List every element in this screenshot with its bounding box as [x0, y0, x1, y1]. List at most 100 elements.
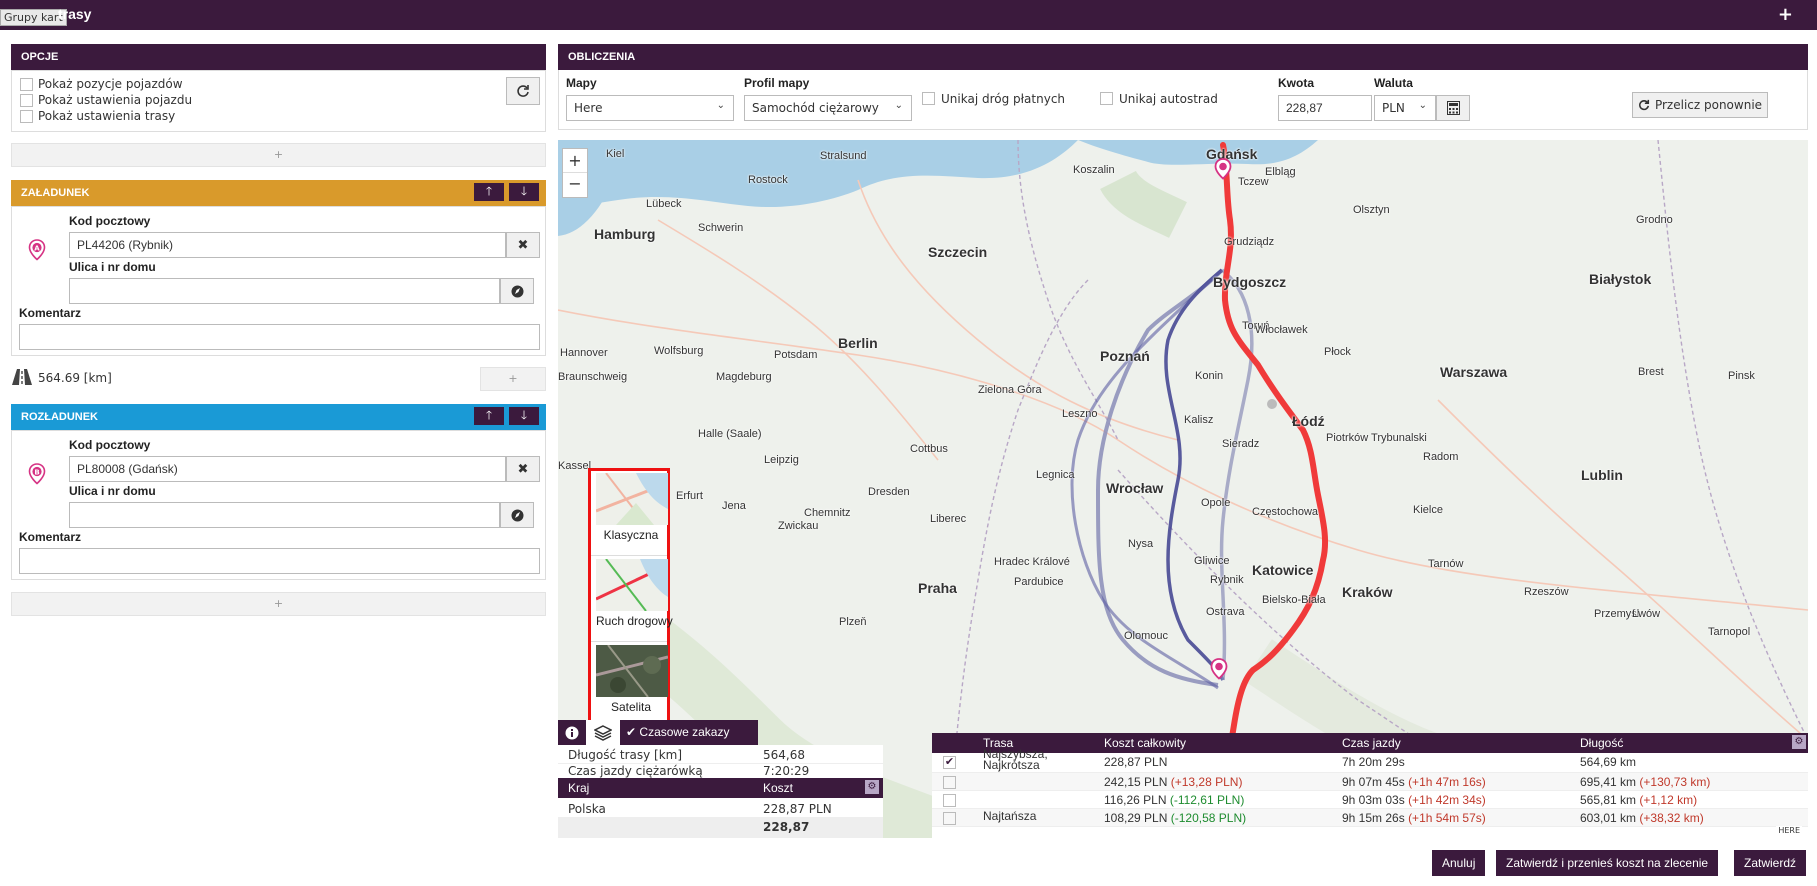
- city-label: Katowice: [1252, 562, 1314, 578]
- city-label: Konin: [1195, 370, 1224, 382]
- checkbox-show-vehicle-positions[interactable]: [20, 78, 33, 91]
- city-label: Sieradz: [1222, 438, 1260, 450]
- route-length: 565,81 km (+1,12 km): [1580, 793, 1697, 807]
- city-label: Erfurt: [676, 490, 703, 502]
- layer-classic[interactable]: Klasyczna: [595, 472, 669, 551]
- time-restrictions-tab[interactable]: ✔ Czasowe zakazy: [626, 725, 729, 739]
- unloading-header: ROZŁADUNEK: [11, 404, 546, 430]
- postcode-input-unloading[interactable]: PL80008 (Gdańsk): [69, 456, 506, 482]
- maps-select[interactable]: Here ⌄: [566, 95, 734, 121]
- locate-street-unloading-button[interactable]: [500, 502, 534, 528]
- city-label: Kraków: [1342, 584, 1393, 600]
- route-cost: 108,29 PLN (-120,58 PLN): [1104, 811, 1246, 825]
- time-restrictions-label: Czasowe zakazy: [639, 725, 730, 739]
- cancel-button[interactable]: Anuluj: [1432, 850, 1486, 876]
- city-label: Halle (Saale): [698, 428, 762, 440]
- route-checkbox[interactable]: ✔: [943, 756, 956, 769]
- option-label-vehicle-settings: Pokaż ustawienia pojazdu: [38, 93, 193, 107]
- chevron-down-icon: ⌄: [716, 100, 725, 111]
- comment-input-loading[interactable]: [19, 324, 540, 350]
- info-tab[interactable]: [558, 720, 586, 745]
- route-time: 9h 03m 03s (+1h 42m 34s): [1342, 793, 1486, 807]
- unloading-title: ROZŁADUNEK: [21, 411, 98, 423]
- city-label: Warszawa: [1440, 364, 1508, 380]
- classic-map-thumbnail: [595, 472, 669, 526]
- map-marker-a-icon[interactable]: [1210, 658, 1228, 680]
- recalculate-label: Przelicz ponownie: [1654, 98, 1763, 112]
- add-tab-button[interactable]: +: [1778, 4, 1793, 25]
- city-label: Częstochowa: [1252, 506, 1319, 518]
- summary-time-label: Czas jazdy ciężarówką: [568, 764, 703, 778]
- checkbox-avoid-highways[interactable]: [1100, 92, 1113, 105]
- locate-street-loading-button[interactable]: [500, 278, 534, 304]
- marker-a-letter: A: [34, 244, 40, 252]
- zoom-out-button[interactable]: −: [563, 173, 587, 197]
- calc-toolbar: Mapy Here ⌄ Profil mapy Samochód ciężaro…: [558, 70, 1808, 130]
- city-label: Chemnitz: [804, 507, 851, 519]
- gear-icon[interactable]: ⚙: [1792, 735, 1806, 749]
- city-label: Zwickau: [778, 520, 819, 532]
- gear-icon[interactable]: ⚙: [865, 780, 879, 794]
- add-unloading-bar[interactable]: +: [11, 592, 546, 616]
- country-header: Kraj: [568, 781, 590, 795]
- layer-traffic[interactable]: Ruch drogowy: [595, 558, 673, 637]
- route-length: 695,41 km (+130,73 km): [1580, 775, 1710, 789]
- route-time-value: 9h 07m 45s: [1342, 775, 1405, 789]
- map-view[interactable]: Gdańsk Elbląg Kiel Rostock Koszalin Stralsund…: [558, 140, 1808, 838]
- close-icon: ✖: [517, 237, 529, 253]
- loading-panel: A Kod pocztowy PL44206 (Rybnik) ✖ Ulica …: [11, 206, 546, 356]
- move-up-loading-button[interactable]: 🡑: [474, 183, 504, 201]
- street-input-loading[interactable]: [69, 278, 500, 304]
- route-row[interactable]: Najtańsza 108,29 PLN (-120,58 PLN) 9h 15m …: [932, 809, 1808, 827]
- city-label: Tarnów: [1428, 558, 1464, 570]
- route-checkbox[interactable]: [943, 794, 956, 807]
- refresh-button[interactable]: [506, 77, 540, 105]
- checkbox-show-route-settings[interactable]: [20, 110, 33, 123]
- arrow-down-icon: 🡓: [520, 183, 528, 198]
- move-down-unloading-button[interactable]: 🡓: [509, 407, 539, 425]
- add-options-bar[interactable]: +: [11, 143, 546, 167]
- amount-input[interactable]: 228,87: [1278, 95, 1372, 121]
- layer-satellite[interactable]: Satelita: [595, 644, 669, 723]
- route-row[interactable]: 116,26 PLN (-112,61 PLN) 9h 03m 03s (+1h …: [932, 791, 1808, 809]
- total-value: 228,87: [763, 820, 810, 834]
- route-time-diff: (+1h 42m 34s): [1408, 793, 1486, 807]
- route-checkbox[interactable]: [943, 812, 956, 825]
- city-label: Pardubice: [1014, 576, 1064, 588]
- road-icon: [12, 369, 32, 385]
- layer-classic-label: Klasyczna: [603, 528, 659, 542]
- profile-select[interactable]: Samochód ciężarowy ⌄: [744, 95, 912, 121]
- city-label: Dresden: [868, 486, 910, 498]
- checkbox-avoid-tolls[interactable]: [922, 92, 935, 105]
- confirm-transfer-button[interactable]: Zatwierdź i przenieś koszt na zlecenie: [1496, 850, 1719, 876]
- recalculate-button[interactable]: Przelicz ponownie: [1632, 92, 1768, 118]
- calculator-button[interactable]: [1436, 95, 1470, 121]
- total-row: 228,87: [558, 817, 883, 838]
- city-label: Koszalin: [1073, 164, 1115, 176]
- clear-postcode-unloading-button[interactable]: ✖: [506, 456, 540, 482]
- add-waypoint-button[interactable]: +: [480, 367, 546, 391]
- street-input-unloading[interactable]: [69, 502, 500, 528]
- route-length-value: 564,69 km: [1580, 755, 1637, 769]
- currency-select[interactable]: PLN ⌄: [1374, 95, 1436, 121]
- layer-switcher: Klasyczna Ruch drogowy Satelita: [588, 468, 673, 723]
- postcode-input-loading[interactable]: PL44206 (Rybnik): [69, 232, 506, 258]
- confirm-button[interactable]: Zatwierdź: [1734, 850, 1807, 876]
- route-checkbox[interactable]: [943, 776, 956, 789]
- cost-header: Koszt: [763, 781, 794, 795]
- maps-label: Mapy: [566, 76, 597, 90]
- comment-label-unloading: Komentarz: [19, 530, 82, 544]
- move-down-loading-button[interactable]: 🡓: [509, 183, 539, 201]
- map-marker-b-icon[interactable]: [1214, 158, 1232, 180]
- title-bar: Grupy kart trasy +: [0, 0, 1817, 30]
- comment-input-unloading[interactable]: [19, 548, 540, 574]
- city-label: Hamburg: [594, 226, 656, 242]
- route-row[interactable]: 242,15 PLN (+13,28 PLN) 9h 07m 45s (+1h 4…: [932, 773, 1808, 791]
- zoom-in-button[interactable]: +: [563, 149, 587, 173]
- move-up-unloading-button[interactable]: 🡑: [474, 407, 504, 425]
- summary-length-label: Długość trasy [km]: [568, 748, 683, 762]
- clear-postcode-loading-button[interactable]: ✖: [506, 232, 540, 258]
- route-row[interactable]: ✔ Najszybsza, Najkrótsza 228,87 PLN 7h 20m…: [932, 748, 1808, 773]
- layers-tab[interactable]: [586, 720, 620, 745]
- checkbox-show-vehicle-settings[interactable]: [20, 94, 33, 107]
